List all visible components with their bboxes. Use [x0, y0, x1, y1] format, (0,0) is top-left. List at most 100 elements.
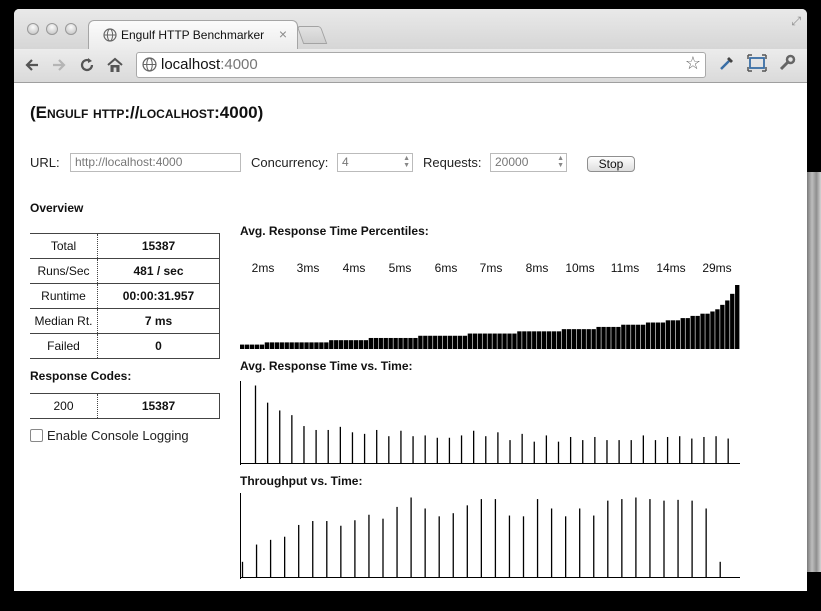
- percentile-bar: [472, 333, 478, 349]
- console-logging-label: Enable Console Logging: [47, 428, 189, 443]
- percentile-bar: [413, 337, 418, 349]
- browser-window: Engulf HTTP Benchmarker × ⤢ localhost:40…: [14, 9, 807, 591]
- percentile-bar: [705, 313, 710, 349]
- percentile-bar: [576, 329, 581, 349]
- stepper-icon[interactable]: ▲ ▼: [557, 155, 564, 169]
- percentile-bar: [319, 342, 324, 349]
- percentile-bar: [636, 324, 641, 349]
- home-icon[interactable]: [106, 54, 124, 78]
- wrench-icon[interactable]: [778, 54, 796, 77]
- percentile-bar: [383, 337, 388, 349]
- overview-table: Total 15387 Runs/Sec 481 / sec Runtime 00:0…: [30, 233, 220, 359]
- forward-arrow-icon[interactable]: [51, 54, 67, 78]
- percentile-bar: [240, 344, 245, 349]
- eyedropper-icon[interactable]: [718, 54, 736, 77]
- percentile-bar: [715, 309, 720, 349]
- percentile-bar: [329, 340, 334, 349]
- percentile-bar: [348, 340, 354, 349]
- percentile-bar: [408, 337, 413, 349]
- close-window-button[interactable]: [27, 23, 39, 35]
- percentile-bar: [433, 335, 438, 349]
- percentile-bar: [358, 340, 364, 349]
- tab-engulf[interactable]: Engulf HTTP Benchmarker ×: [88, 20, 298, 50]
- percentile-bar: [720, 304, 725, 349]
- table-row: Total 15387: [30, 233, 220, 259]
- percentile-bar: [353, 340, 359, 349]
- response-codes-heading: Response Codes:: [30, 369, 132, 383]
- zoom-window-button[interactable]: [65, 23, 77, 35]
- concurrency-input[interactable]: 4 ▲ ▼: [337, 153, 413, 172]
- screen-capture-icon[interactable]: [747, 54, 767, 77]
- fullscreen-icon[interactable]: ⤢: [791, 14, 801, 29]
- response-code: 200: [30, 393, 98, 419]
- table-row: Failed 0: [30, 333, 220, 359]
- percentile-bar: [660, 322, 666, 349]
- percentile-bar: [398, 337, 403, 349]
- percentile-bar: [507, 333, 512, 349]
- percentile-tick-label: 6ms: [434, 261, 458, 275]
- percentile-tick-label: 11ms: [610, 261, 640, 275]
- percentile-bar: [284, 342, 289, 349]
- percentile-bar: [561, 329, 567, 349]
- percentile-bar: [467, 333, 473, 349]
- percentile-bar: [324, 342, 329, 349]
- percentile-bar: [730, 293, 735, 349]
- percentile-bar: [492, 333, 497, 349]
- desktop-background: [806, 172, 821, 572]
- globe-icon: [142, 57, 157, 75]
- address-bar[interactable]: localhost:4000 ☆: [136, 52, 706, 78]
- percentile-bar: [388, 337, 393, 349]
- console-logging-checkbox[interactable]: [30, 429, 43, 442]
- stop-button[interactable]: Stop: [587, 156, 635, 172]
- percentile-bar: [289, 342, 294, 349]
- stat-label: Runs/Sec: [30, 258, 98, 284]
- minimize-window-button[interactable]: [46, 23, 58, 35]
- stepper-icon[interactable]: ▲ ▼: [403, 155, 410, 169]
- percentile-bar: [690, 315, 695, 349]
- percentile-bar: [418, 335, 423, 349]
- percentile-bar: [616, 326, 621, 349]
- stat-value: 0: [97, 333, 220, 359]
- percentile-bar: [403, 337, 408, 349]
- stat-value: 481 / sec: [97, 258, 220, 284]
- back-arrow-icon[interactable]: [24, 54, 40, 78]
- percentile-bar: [571, 329, 577, 349]
- percentile-bar: [254, 344, 260, 349]
- target-url-input[interactable]: http://localhost:4000: [70, 153, 241, 172]
- percentile-bar: [556, 331, 562, 349]
- percentile-bar: [517, 331, 522, 349]
- percentile-bar: [343, 340, 349, 349]
- percentile-tick-label: 8ms: [525, 261, 549, 275]
- stat-value: 00:00:31.957: [97, 283, 220, 309]
- percentile-bar: [477, 333, 482, 349]
- percentile-bar: [244, 344, 250, 349]
- percentile-bar: [264, 342, 270, 349]
- rt-vs-time-chart-title: Avg. Response Time vs. Time:: [240, 359, 413, 373]
- stat-value: 15387: [97, 233, 220, 259]
- percentile-bar: [532, 331, 537, 349]
- new-tab-button[interactable]: [296, 26, 328, 44]
- percentile-bar: [680, 318, 685, 349]
- tab-close-icon[interactable]: ×: [279, 26, 287, 42]
- bookmark-star-icon[interactable]: ☆: [685, 53, 701, 74]
- percentile-bar: [626, 324, 631, 349]
- percentile-bar: [631, 324, 636, 349]
- percentile-bar: [363, 340, 369, 349]
- url-text: localhost:4000: [161, 56, 258, 73]
- percentile-bar: [541, 331, 547, 349]
- percentile-bar: [373, 337, 379, 349]
- percentile-bar: [670, 320, 676, 349]
- percentile-tick-label: 14ms: [656, 261, 686, 275]
- reload-icon[interactable]: [79, 54, 95, 78]
- response-count: 15387: [97, 393, 220, 419]
- percentile-bar: [551, 331, 557, 349]
- percentile-bar: [546, 331, 552, 349]
- percentile-bar: [512, 333, 517, 349]
- percentile-bar: [462, 335, 468, 349]
- percentile-tick-label: 3ms: [296, 261, 320, 275]
- percentile-tick-label: 2ms: [251, 261, 275, 275]
- requests-input[interactable]: 20000 ▲ ▼: [490, 153, 567, 172]
- stat-label: Failed: [30, 333, 98, 359]
- stat-label: Total: [30, 233, 98, 259]
- percentile-bar: [487, 333, 492, 349]
